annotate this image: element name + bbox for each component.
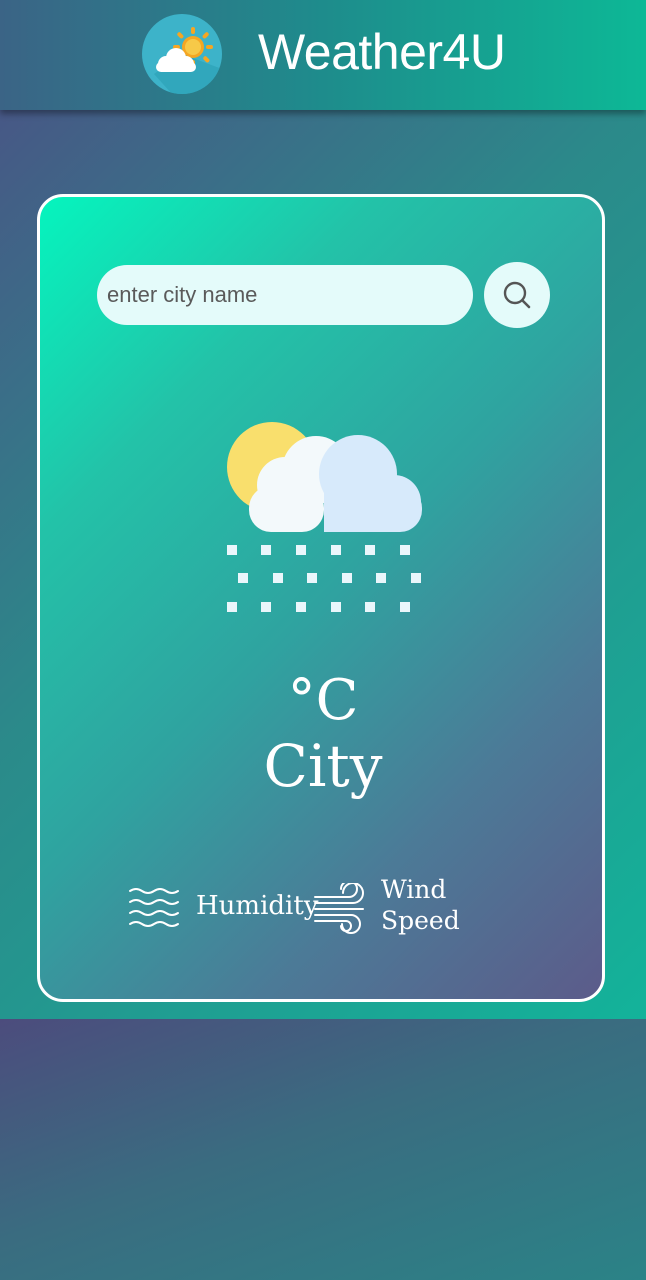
waves-icon [128,885,182,933]
app-header: Weather4U [0,0,646,110]
wind-icon [313,880,369,935]
temperature-unit: °C [287,668,359,733]
search-button[interactable] [484,262,550,328]
city-search-input[interactable] [97,265,473,325]
sun-cloud-icon [142,14,222,94]
humidity-label: Humidity [196,891,319,921]
wind-speed-label: Wind Speed [381,875,460,935]
lower-background [0,1019,646,1280]
city-name: City [263,732,383,800]
app-title: Weather4U [258,24,506,80]
search-icon [503,281,531,309]
snow-cloud-icon [218,418,430,618]
